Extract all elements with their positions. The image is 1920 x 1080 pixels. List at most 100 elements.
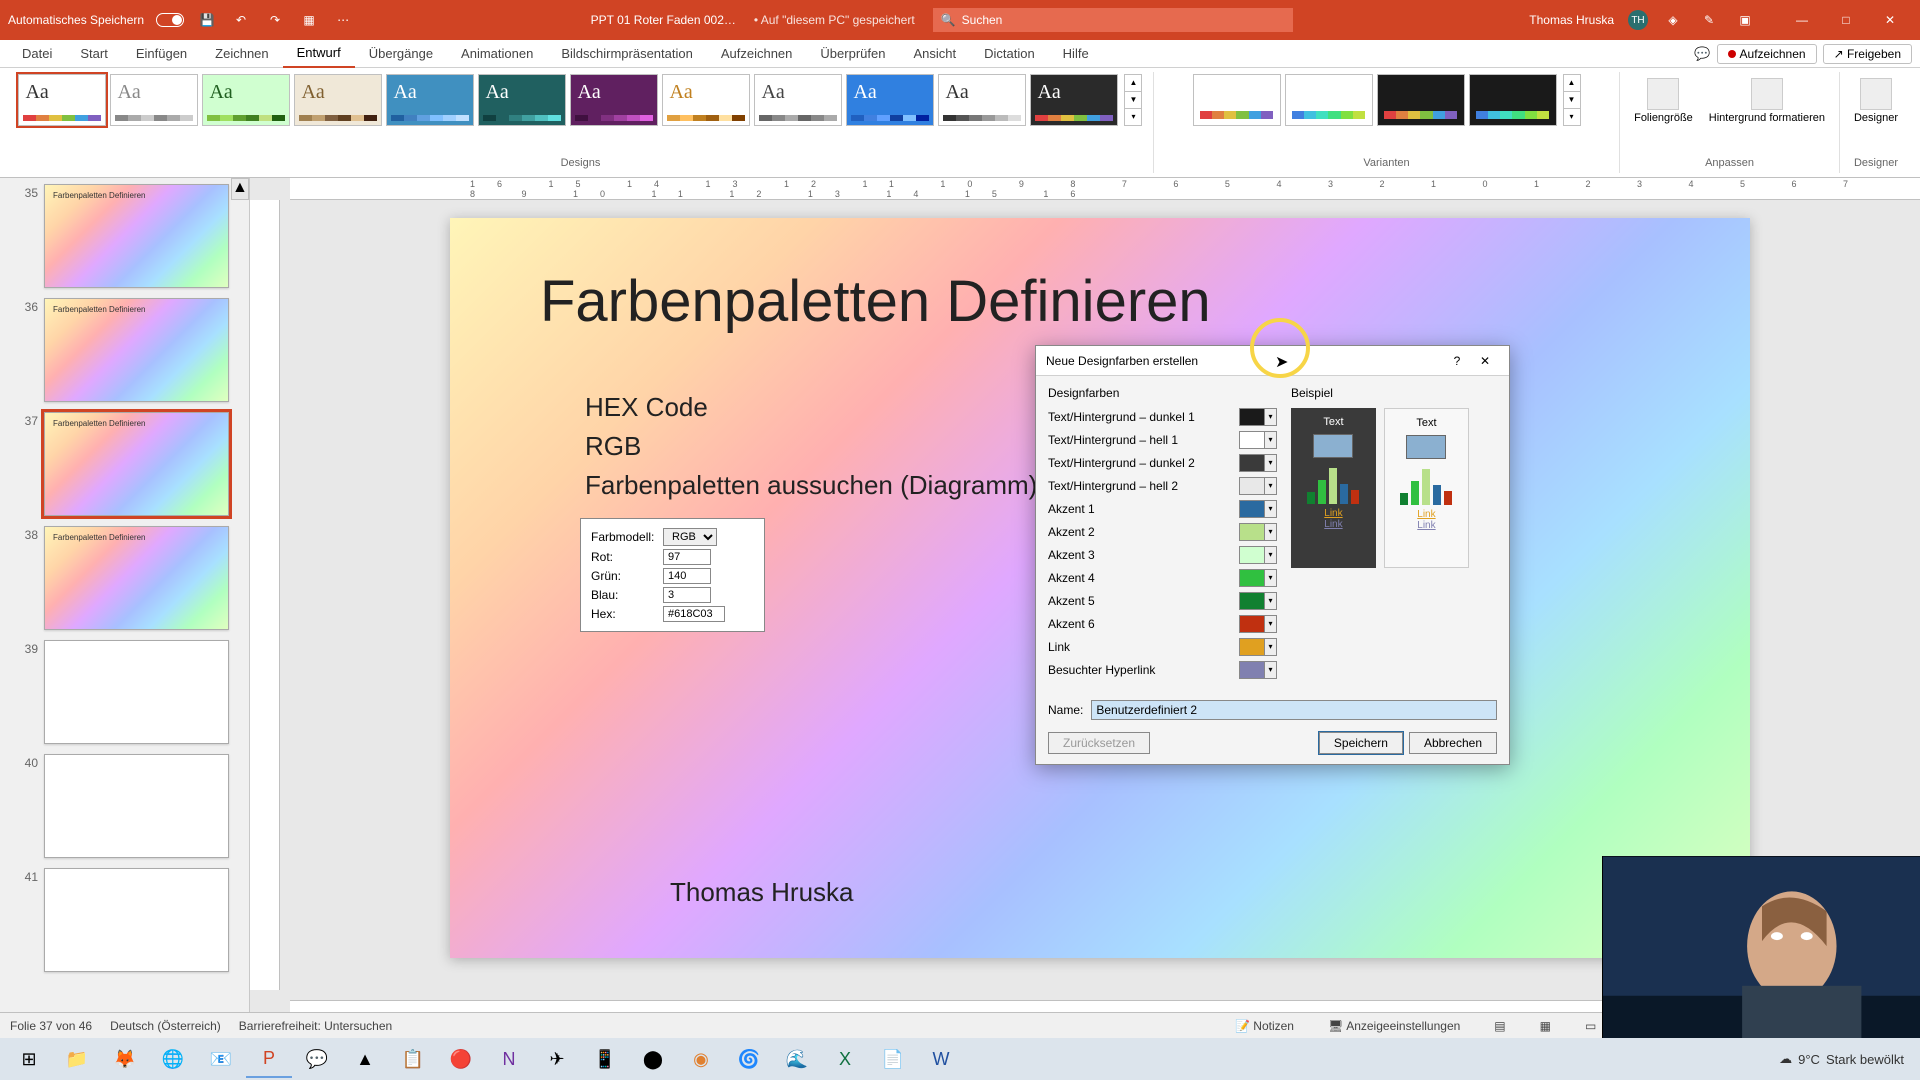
theme-item-6[interactable]: Aa	[570, 74, 658, 126]
save-icon[interactable]: 💾	[196, 9, 218, 31]
theme-item-2[interactable]: Aa	[202, 74, 290, 126]
color-swatch-8[interactable]: ▾	[1239, 592, 1277, 610]
minimize-button[interactable]: —	[1780, 5, 1824, 35]
tab-dictation[interactable]: Dictation	[970, 40, 1049, 68]
record-button[interactable]: Aufzeichnen	[1717, 44, 1817, 64]
slide-author[interactable]: Thomas Hruska	[670, 877, 854, 908]
autosave-toggle[interactable]	[156, 13, 184, 27]
theme-item-9[interactable]: Aa	[846, 74, 934, 126]
tab-übergänge[interactable]: Übergänge	[355, 40, 447, 68]
view-reading-icon[interactable]: ▭	[1577, 1019, 1604, 1033]
variant-item-2[interactable]	[1377, 74, 1465, 126]
redo-icon[interactable]: ↷	[264, 9, 286, 31]
display-settings[interactable]: 🖥 Anzeigeeinstellungen	[1320, 1019, 1468, 1033]
notes-toggle[interactable]: 📝 Notizen	[1227, 1019, 1302, 1033]
dialog-close-button[interactable]: ✕	[1471, 354, 1499, 368]
color-swatch-0[interactable]: ▾	[1239, 408, 1277, 426]
designer-button[interactable]: Designer	[1846, 74, 1906, 128]
window-icon[interactable]: ▣	[1734, 9, 1756, 31]
color-swatch-4[interactable]: ▾	[1239, 500, 1277, 518]
slide-body[interactable]: HEX CodeRGBFarbenpaletten aussuchen (Dia…	[585, 388, 1037, 505]
thumb-scroll-up[interactable]: ▲	[231, 178, 249, 200]
close-button[interactable]: ✕	[1868, 5, 1912, 35]
slide-counter[interactable]: Folie 37 von 46	[10, 1019, 92, 1033]
view-normal-icon[interactable]: ▤	[1486, 1019, 1513, 1033]
undo-icon[interactable]: ↶	[230, 9, 252, 31]
edge-icon[interactable]: 🌊	[774, 1040, 820, 1078]
reset-button[interactable]: Zurücksetzen	[1048, 732, 1150, 754]
color-swatch-5[interactable]: ▾	[1239, 523, 1277, 541]
theme-item-11[interactable]: Aa	[1030, 74, 1118, 126]
thumbnail-41[interactable]	[44, 868, 229, 972]
thumbnail-38[interactable]: Farbenpaletten Definieren	[44, 526, 229, 630]
color-swatch-6[interactable]: ▾	[1239, 546, 1277, 564]
powerpoint-icon[interactable]: P	[246, 1040, 292, 1078]
theme-item-4[interactable]: Aa	[386, 74, 474, 126]
share-button[interactable]: ↗ Freigeben	[1823, 44, 1912, 64]
app-icon-1[interactable]: 💬	[294, 1040, 340, 1078]
tab-zeichnen[interactable]: Zeichnen	[201, 40, 282, 68]
color-swatch-1[interactable]: ▾	[1239, 431, 1277, 449]
theme-item-5[interactable]: Aa	[478, 74, 566, 126]
vlc-icon[interactable]: ▲	[342, 1040, 388, 1078]
thumbnail-36[interactable]: Farbenpaletten Definieren	[44, 298, 229, 402]
thumbnail-39[interactable]	[44, 640, 229, 744]
tab-bildschirmpräsentation[interactable]: Bildschirmpräsentation	[547, 40, 707, 68]
user-avatar[interactable]: TH	[1628, 10, 1648, 30]
search-input[interactable]: 🔍 Suchen	[933, 8, 1293, 32]
theme-item-3[interactable]: Aa	[294, 74, 382, 126]
app-icon-4[interactable]: 📱	[582, 1040, 628, 1078]
format-background-button[interactable]: Hintergrund formatieren	[1701, 74, 1833, 128]
color-swatch-9[interactable]: ▾	[1239, 615, 1277, 633]
maximize-button[interactable]: □	[1824, 5, 1868, 35]
thumbnail-37[interactable]: Farbenpaletten Definieren	[44, 412, 229, 516]
user-name[interactable]: Thomas Hruska	[1529, 13, 1614, 27]
slide-size-button[interactable]: Foliengröße	[1626, 74, 1701, 128]
theme-item-10[interactable]: Aa	[938, 74, 1026, 126]
app-icon-6[interactable]: 🌀	[726, 1040, 772, 1078]
color-swatch-7[interactable]: ▾	[1239, 569, 1277, 587]
outlook-icon[interactable]: 📧	[198, 1040, 244, 1078]
tab-animationen[interactable]: Animationen	[447, 40, 547, 68]
tab-hilfe[interactable]: Hilfe	[1049, 40, 1103, 68]
pen-icon[interactable]: ✎	[1698, 9, 1720, 31]
save-button[interactable]: Speichern	[1319, 732, 1403, 754]
cancel-button[interactable]: Abbrechen	[1409, 732, 1497, 754]
color-swatch-3[interactable]: ▾	[1239, 477, 1277, 495]
slide-title[interactable]: Farbenpaletten Definieren	[540, 268, 1211, 335]
g-input[interactable]	[663, 568, 711, 584]
theme-item-1[interactable]: Aa	[110, 74, 198, 126]
model-select[interactable]: RGB	[663, 528, 717, 546]
chrome-icon[interactable]: 🌐	[150, 1040, 196, 1078]
onenote-icon[interactable]: N	[486, 1040, 532, 1078]
file-name[interactable]: PPT 01 Roter Faden 002…	[591, 13, 736, 27]
obs-icon[interactable]: ⬤	[630, 1040, 676, 1078]
start-button[interactable]: ⊞	[6, 1040, 52, 1078]
color-swatch-2[interactable]: ▾	[1239, 454, 1277, 472]
color-swatch-10[interactable]: ▾	[1239, 638, 1277, 656]
tab-überprüfen[interactable]: Überprüfen	[806, 40, 899, 68]
tab-entwurf[interactable]: Entwurf	[283, 40, 355, 68]
variant-item-0[interactable]	[1193, 74, 1281, 126]
app-icon-3[interactable]: 🔴	[438, 1040, 484, 1078]
view-sorter-icon[interactable]: ▦	[1532, 1019, 1559, 1033]
thumbnail-35[interactable]: Farbenpaletten Definieren	[44, 184, 229, 288]
tab-einfügen[interactable]: Einfügen	[122, 40, 201, 68]
tab-datei[interactable]: Datei	[8, 40, 66, 68]
color-swatch-11[interactable]: ▾	[1239, 661, 1277, 679]
accessibility-status[interactable]: Barrierefreiheit: Untersuchen	[239, 1019, 392, 1033]
firefox-icon[interactable]: 🦊	[102, 1040, 148, 1078]
thumbnail-panel[interactable]: ▲ 35Farbenpaletten Definieren36Farbenpal…	[0, 178, 250, 1050]
explorer-icon[interactable]: 📁	[54, 1040, 100, 1078]
more-icon[interactable]: ⋯	[332, 9, 354, 31]
variant-gallery-more[interactable]: ▲▼▾	[1563, 74, 1581, 126]
diamond-icon[interactable]: ◈	[1662, 9, 1684, 31]
word-icon[interactable]: W	[918, 1040, 964, 1078]
name-input[interactable]	[1091, 700, 1497, 720]
tab-ansicht[interactable]: Ansicht	[899, 40, 970, 68]
r-input[interactable]	[663, 549, 711, 565]
weather-widget[interactable]: ☁ 9°C Stark bewölkt	[1769, 1051, 1914, 1067]
variant-item-1[interactable]	[1285, 74, 1373, 126]
variant-item-3[interactable]	[1469, 74, 1557, 126]
hex-input[interactable]	[663, 606, 725, 622]
